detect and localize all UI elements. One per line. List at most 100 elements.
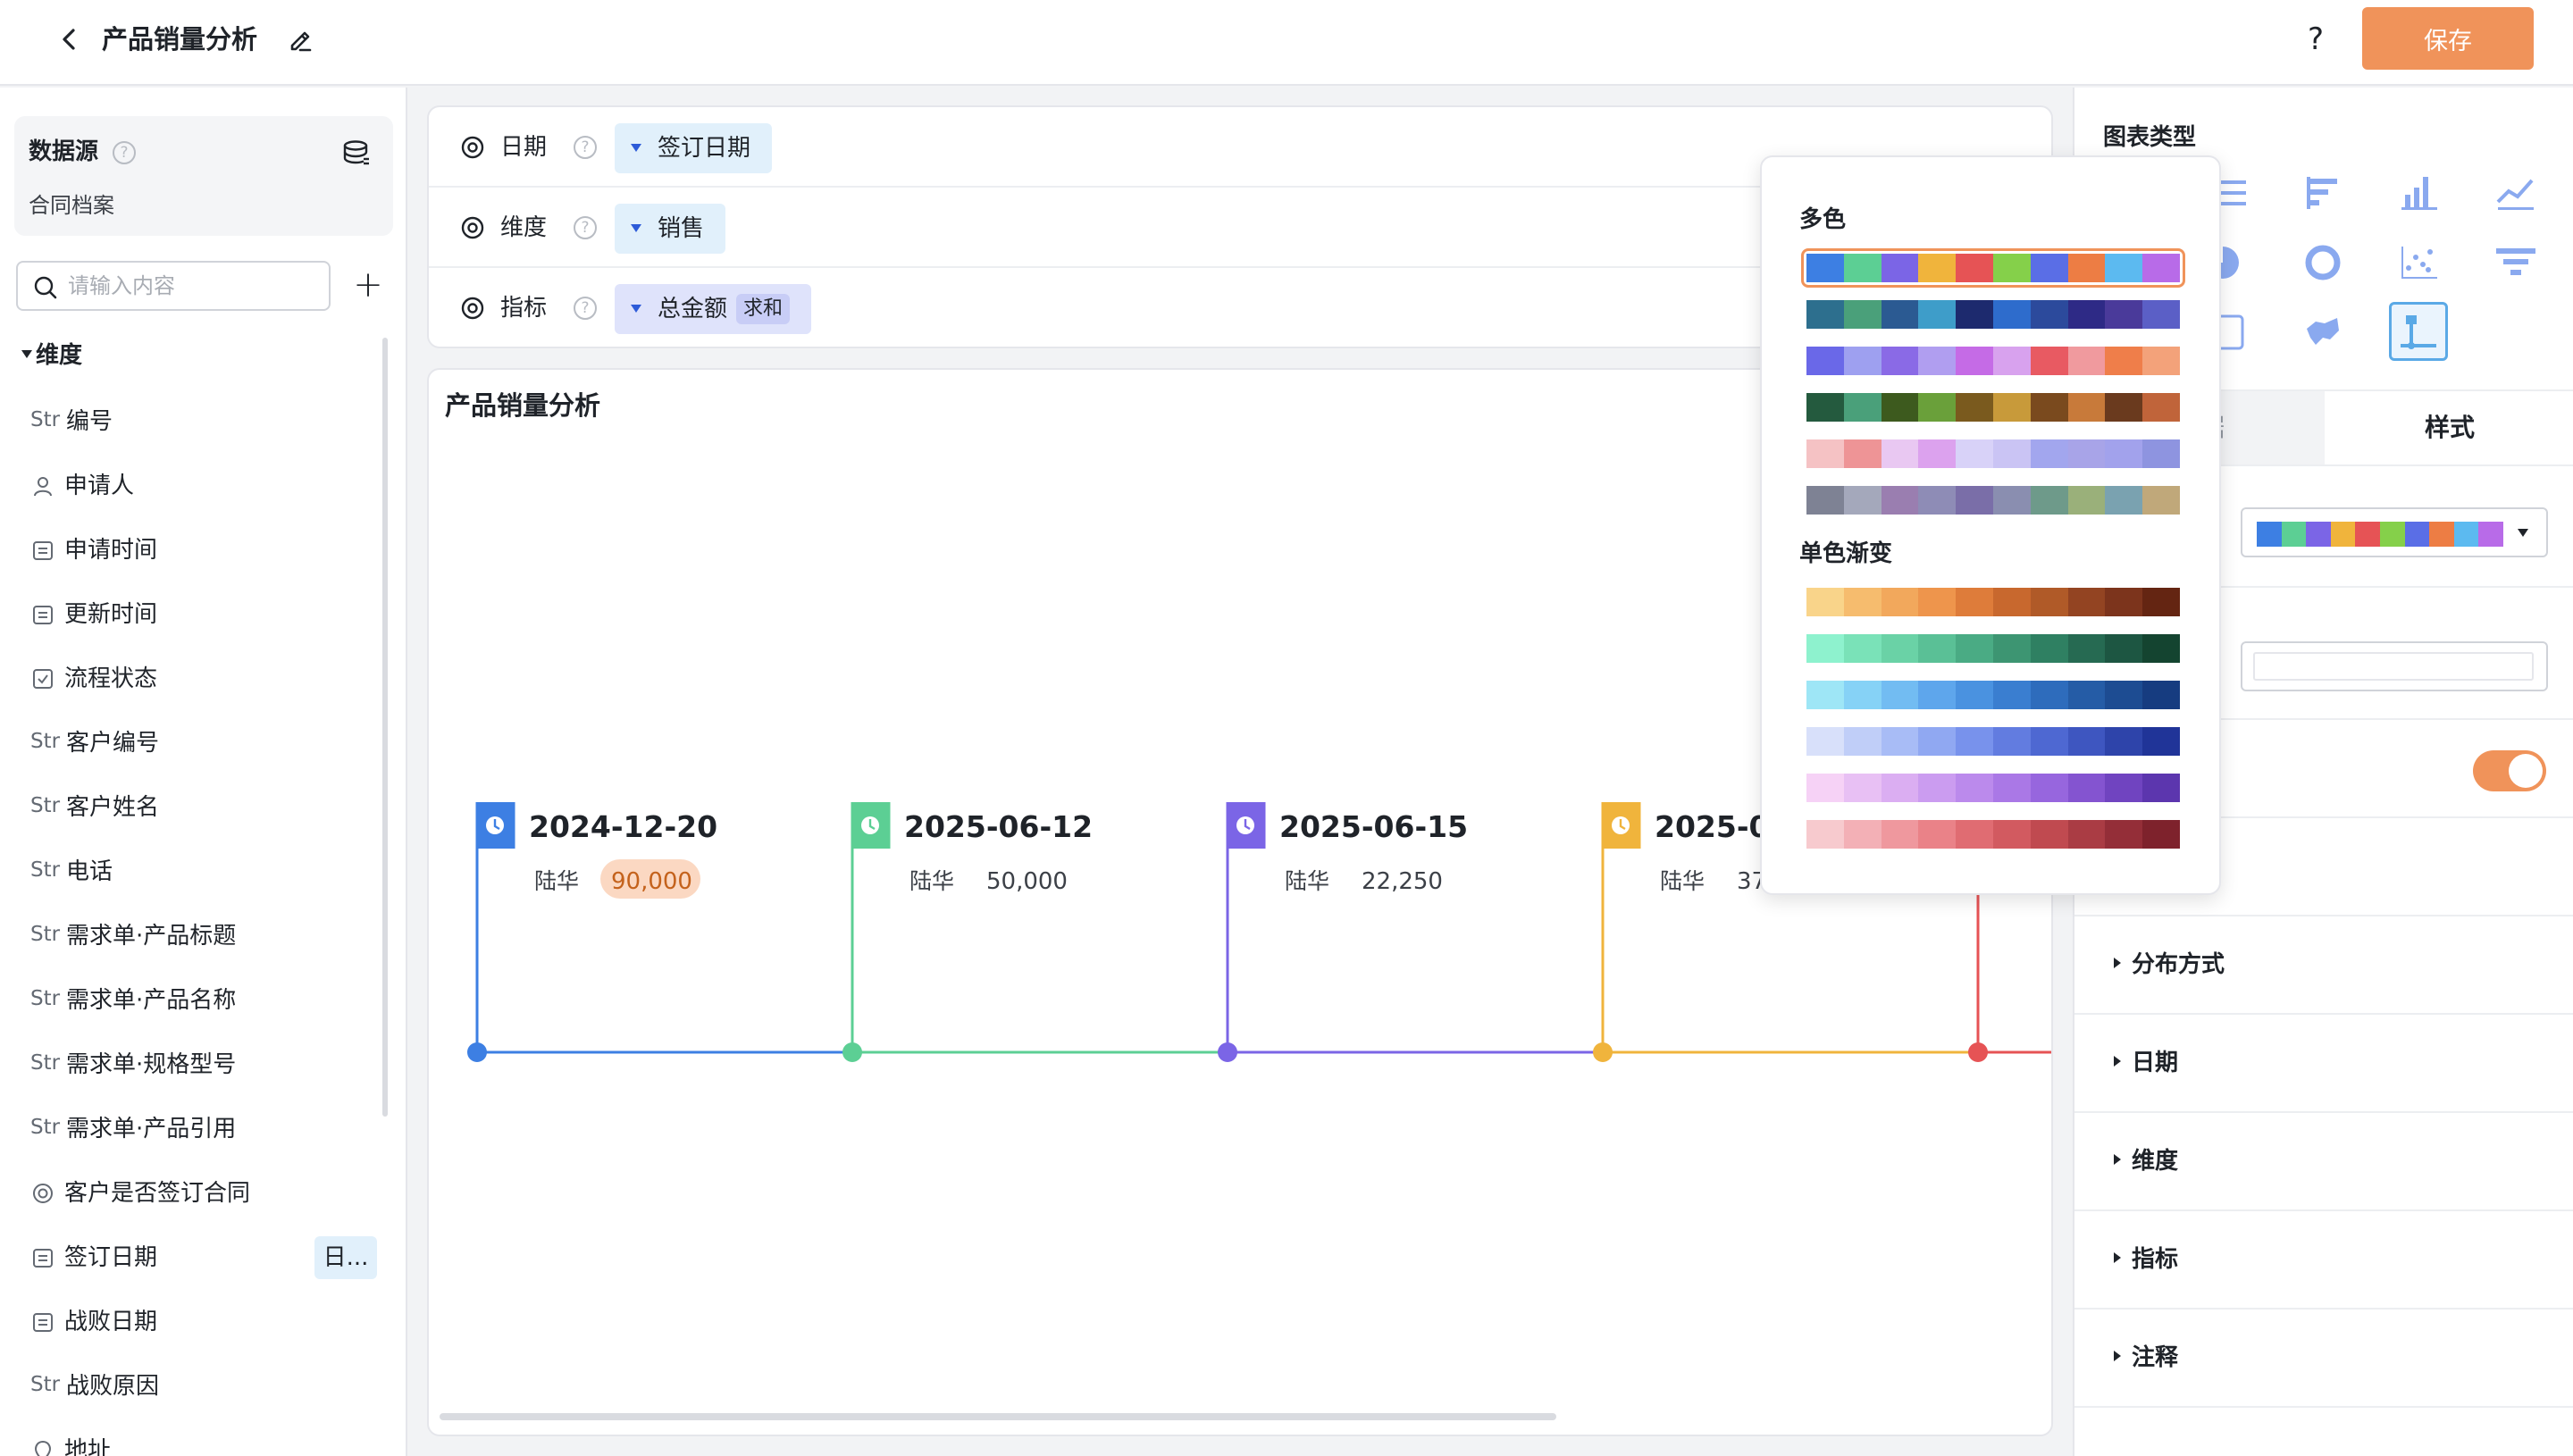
help-icon[interactable]: ? [113, 141, 136, 164]
field-item[interactable]: Str 编号 [30, 402, 388, 441]
field-item[interactable]: 客户是否签订合同 [30, 1174, 388, 1213]
mono-gradient-palette-option[interactable] [1806, 727, 2180, 756]
caret-down-icon[interactable] [21, 350, 32, 358]
funnel-chart-icon[interactable] [2491, 238, 2541, 288]
multi-color-palette-option[interactable] [1801, 248, 2185, 288]
palette-swatch [2067, 393, 2106, 422]
color-palette-select[interactable] [2241, 507, 2548, 557]
palette-preview [2257, 522, 2503, 547]
date-field-pill[interactable]: 签订日期 [615, 123, 773, 173]
field-search-box[interactable] [16, 261, 331, 311]
donut-chart-icon[interactable] [2298, 238, 2348, 288]
palette-swatch [1956, 727, 1993, 756]
gear-icon[interactable] [459, 295, 486, 322]
timeline-chart-type-button[interactable] [2389, 302, 2448, 361]
gear-icon[interactable] [459, 214, 486, 241]
palette-swatch [2105, 634, 2143, 663]
mono-gradient-palette-option[interactable] [1806, 588, 2180, 616]
field-item[interactable]: Str 需求单·规格型号 [30, 1045, 388, 1084]
palette-swatch [2355, 522, 2380, 547]
timeline-node [1968, 1042, 1988, 1062]
save-button[interactable]: 保存 [2362, 7, 2534, 70]
settings-section[interactable]: 分布方式 [2074, 916, 2573, 1015]
field-item[interactable]: Str 客户姓名 [30, 788, 388, 827]
mono-gradient-palette-option[interactable] [1806, 681, 2180, 709]
timeline-node [842, 1042, 862, 1062]
field-item[interactable]: Str 客户编号 [30, 724, 388, 763]
help-icon[interactable]: ? [574, 136, 597, 159]
palette-swatch [1881, 634, 1919, 663]
settings-section[interactable]: 日期 [2074, 1015, 2573, 1113]
line-chart-icon[interactable] [2491, 168, 2541, 218]
help-icon[interactable]: ? [574, 216, 597, 239]
multi-color-palette-option[interactable] [1806, 300, 2180, 329]
palette-swatch [1992, 254, 2031, 282]
palette-swatch [1881, 486, 1919, 515]
field-label: 战败原因 [66, 1373, 160, 1400]
edit-title-button[interactable] [284, 23, 316, 55]
back-button[interactable] [52, 20, 88, 59]
field-item[interactable]: 签订日期 日... [30, 1236, 388, 1279]
field-granularity-tag[interactable]: 日... [314, 1236, 377, 1279]
multi-color-palette-option[interactable] [1806, 486, 2180, 515]
caret-down-icon [631, 144, 641, 152]
add-field-button[interactable]: + [350, 263, 386, 307]
settings-section[interactable]: 维度 [2074, 1113, 2573, 1211]
multi-color-palette-option[interactable] [1806, 439, 2180, 468]
field-item[interactable]: 地址 [30, 1431, 388, 1456]
pencil-icon [290, 31, 312, 52]
toggle-switch[interactable] [2473, 750, 2546, 791]
palette-swatch [1992, 588, 2031, 616]
field-item[interactable]: Str 电话 [30, 852, 388, 891]
dimension-group-header[interactable]: 维度 [36, 338, 82, 373]
field-item[interactable]: 流程状态 [30, 659, 388, 699]
multi-color-title: 多色 [1799, 206, 1847, 233]
palette-swatch [1881, 347, 1919, 375]
clock-icon [486, 816, 504, 834]
multi-color-palette-option[interactable] [1806, 393, 2180, 422]
mono-gradient-palette-option[interactable] [1806, 774, 2180, 802]
field-item[interactable]: 战败日期 [30, 1302, 388, 1342]
palette-swatch [2142, 727, 2180, 756]
field-item[interactable]: 申请人 [30, 466, 388, 506]
settings-section[interactable]: 注释 [2074, 1310, 2573, 1408]
palette-swatch [2067, 727, 2106, 756]
horizontal-bar-icon[interactable] [2298, 168, 2348, 218]
text-type-icon: Str [30, 1116, 61, 1139]
palette-swatch [1806, 588, 1844, 616]
field-item[interactable]: 申请时间 [30, 531, 388, 570]
field-item[interactable]: Str 需求单·产品标题 [30, 916, 388, 956]
settings-section[interactable]: 指标 [2074, 1211, 2573, 1310]
help-button[interactable]: ? [2296, 20, 2335, 59]
palette-swatch [1956, 634, 1993, 663]
help-icon[interactable]: ? [574, 297, 597, 320]
field-item[interactable]: Str 需求单·产品引用 [30, 1109, 388, 1149]
text-input[interactable] [2241, 641, 2548, 691]
text-type-icon: Str [30, 408, 61, 431]
bar-chart-icon[interactable] [2394, 168, 2444, 218]
field-item[interactable]: 更新时间 [30, 595, 388, 634]
field-label: 申请人 [64, 473, 135, 499]
datasource-switch-button[interactable] [341, 138, 372, 168]
field-item[interactable]: Str 战败原因 [30, 1367, 388, 1406]
metric-field-pill[interactable]: 总金额 求和 [615, 284, 812, 334]
palette-swatch [2379, 522, 2405, 547]
mono-gradient-palette-option[interactable] [1806, 820, 2180, 849]
dimension-field-pill[interactable]: 销售 [615, 204, 726, 254]
map-chart-icon[interactable] [2298, 307, 2348, 357]
field-search-input[interactable] [68, 268, 318, 304]
multi-color-palette-option[interactable] [1806, 347, 2180, 375]
scatter-chart-icon[interactable] [2394, 238, 2444, 288]
field-item[interactable]: Str 需求单·产品名称 [30, 981, 388, 1020]
palette-swatch [1918, 727, 1957, 756]
palette-swatch [1918, 681, 1957, 709]
gear-icon[interactable] [459, 134, 486, 161]
chart-horizontal-scrollbar[interactable] [440, 1413, 1556, 1420]
mono-gradient-palette-option[interactable] [1806, 634, 2180, 663]
palette-swatch [2030, 727, 2068, 756]
field-list-scrollbar[interactable] [382, 338, 388, 1117]
palette-swatch [1918, 300, 1957, 329]
palette-swatch [2257, 522, 2282, 547]
tab-style[interactable]: 样式 [2325, 391, 2573, 464]
palette-swatch [2067, 774, 2106, 802]
